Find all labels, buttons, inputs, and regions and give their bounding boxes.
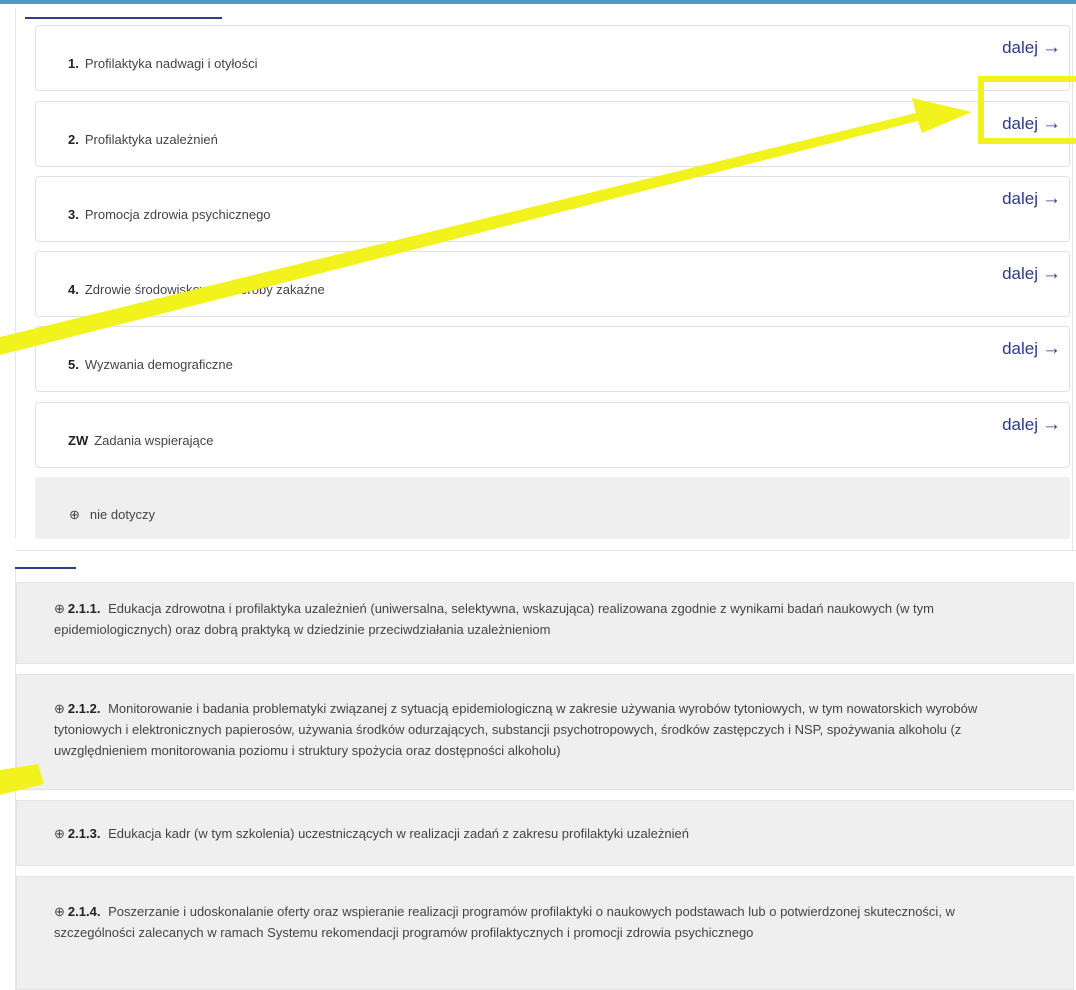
category-label: 1. Profilaktyka nadwagi i otyłości	[68, 56, 258, 71]
category-card-1[interactable]: 1. Profilaktyka nadwagi i otyłości dalej →	[35, 25, 1070, 91]
arrow-right-icon: →	[1042, 37, 1061, 58]
category-title: Promocja zdrowia psychicznego	[84, 207, 271, 222]
category-label: ZW Zadania wspierające	[68, 433, 213, 448]
dalej-label: dalej	[1002, 264, 1038, 283]
task-item[interactable]: ⊕ 2.1.3. Edukacja kadr (w tym szkolenia) …	[16, 800, 1074, 866]
panel-border	[15, 550, 1076, 551]
target-icon: ⊕	[54, 601, 65, 616]
dalej-label: dalej	[1002, 339, 1038, 358]
section-accent-line	[25, 17, 222, 19]
dalej-link[interactable]: dalej →	[1002, 37, 1061, 59]
category-label: 3. Promocja zdrowia psychicznego	[68, 207, 271, 222]
dalej-link[interactable]: dalej →	[1002, 338, 1061, 360]
category-number: 3.	[68, 207, 79, 222]
highlight-box	[978, 76, 1076, 144]
dalej-label: dalej	[1002, 38, 1038, 57]
category-number: 5.	[68, 357, 79, 372]
category-card-4[interactable]: 4. Zdrowie środowiskowe i choroby zakaźne…	[35, 251, 1070, 317]
category-title: Wyzwania demograficzne	[84, 357, 233, 372]
not-applicable-label: ⊕ nie dotyczy	[69, 507, 155, 523]
target-icon: ⊕	[54, 701, 65, 716]
category-label: 2. Profilaktyka uzależnień	[68, 132, 218, 147]
section-accent-line	[15, 567, 76, 569]
task-code: 2.1.1.	[67, 601, 101, 616]
category-card-2[interactable]: 2. Profilaktyka uzależnień dalej →	[35, 101, 1070, 167]
target-icon: ⊕	[54, 826, 65, 841]
dalej-link[interactable]: dalej →	[1002, 263, 1061, 285]
category-card-zw[interactable]: ZW Zadania wspierające dalej →	[35, 402, 1070, 468]
category-label: 5. Wyzwania demograficzne	[68, 357, 233, 372]
category-title: Zdrowie środowiskowe i choroby zakaźne	[84, 282, 325, 297]
task-item[interactable]: ⊕ 2.1.4. Poszerzanie i udoskonalanie ofer…	[16, 876, 1074, 990]
not-applicable-option[interactable]: ⊕ nie dotyczy	[35, 477, 1070, 539]
task-code: 2.1.2.	[67, 701, 101, 716]
arrow-right-icon: →	[1042, 188, 1061, 209]
task-code: 2.1.3.	[67, 826, 101, 841]
dalej-label: dalej	[1002, 189, 1038, 208]
arrow-right-icon: →	[1042, 263, 1061, 284]
arrow-right-icon: →	[1042, 338, 1061, 359]
target-icon: ⊕	[69, 507, 80, 522]
category-title: Profilaktyka uzależnień	[84, 132, 218, 147]
category-title: Zadania wspierające	[94, 433, 214, 448]
target-icon: ⊕	[54, 904, 65, 919]
task-code: 2.1.4.	[67, 904, 101, 919]
top-border	[0, 0, 1076, 4]
category-card-3[interactable]: 3. Promocja zdrowia psychicznego dalej →	[35, 176, 1070, 242]
panel-border	[15, 8, 16, 538]
category-number: 4.	[68, 282, 79, 297]
dalej-link[interactable]: dalej →	[1002, 414, 1061, 436]
task-text: Monitorowanie i badania problematyki zwi…	[54, 701, 978, 758]
dalej-label: dalej	[1002, 415, 1038, 434]
dalej-link[interactable]: dalej →	[1002, 188, 1061, 210]
task-text: Edukacja zdrowotna i profilaktyka uzależ…	[54, 601, 934, 637]
not-applicable-text: nie dotyczy	[89, 507, 155, 522]
task-item[interactable]: ⊕ 2.1.1. Edukacja zdrowotna i profilaktyk…	[16, 582, 1074, 664]
category-number: 1.	[68, 56, 79, 71]
category-label: 4. Zdrowie środowiskowe i choroby zakaźne	[68, 282, 325, 297]
task-item[interactable]: ⊕ 2.1.2. Monitorowanie i badania problema…	[16, 674, 1074, 790]
category-number: ZW	[68, 433, 89, 448]
arrow-right-icon: →	[1042, 414, 1061, 435]
task-text: Poszerzanie i udoskonalanie oferty oraz …	[54, 904, 955, 940]
category-number: 2.	[68, 132, 79, 147]
category-title: Profilaktyka nadwagi i otyłości	[84, 56, 258, 71]
task-text: Edukacja kadr (w tym szkolenia) uczestni…	[108, 826, 689, 841]
category-card-5[interactable]: 5. Wyzwania demograficzne dalej →	[35, 326, 1070, 392]
